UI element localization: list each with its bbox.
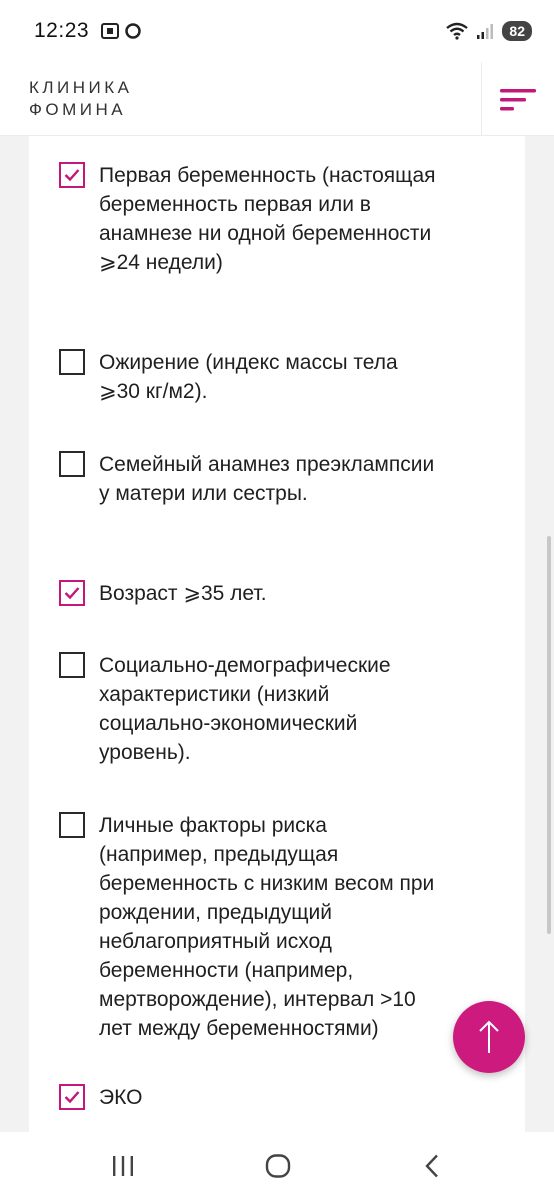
checklist-item-family-history[interactable]: Семейный анамнез преэклампсии у матери и…: [59, 450, 499, 508]
signal-icon: [477, 24, 494, 39]
checkmark-icon: [64, 1091, 80, 1104]
site-header: КЛИНИКА ФОМИНА: [0, 62, 554, 136]
header-divider: [481, 62, 482, 136]
checkbox-checked[interactable]: [59, 162, 85, 188]
battery-indicator: 82: [502, 21, 532, 41]
checkmark-icon: [64, 587, 80, 600]
checkbox-unchecked[interactable]: [59, 652, 85, 678]
checkbox-unchecked[interactable]: [59, 349, 85, 375]
back-icon: [425, 1154, 438, 1178]
status-time: 12:23: [34, 19, 90, 42]
messenger-icon: [125, 23, 141, 39]
checkbox-unchecked[interactable]: [59, 451, 85, 477]
menu-button[interactable]: [496, 86, 540, 114]
checklist-item-socio-demographic[interactable]: Социально-демографические характеристики…: [59, 651, 499, 767]
risk-factors-checklist: Первая беременность (настоящая беременно…: [29, 136, 525, 1132]
logo-line-2: ФОМИНА: [29, 100, 127, 119]
back-button[interactable]: [422, 1154, 442, 1183]
home-button[interactable]: [264, 1154, 292, 1183]
status-bar: 12:23 82: [0, 0, 554, 62]
checklist-item-label: Возраст ⩾35 лет.: [99, 582, 267, 605]
logo-line-1: КЛИНИКА: [29, 78, 133, 97]
checklist-item-label: ЭКО: [99, 1086, 143, 1109]
checklist-item-label: Социально-демографические характеристики…: [99, 654, 391, 764]
menu-icon: [500, 89, 536, 111]
wifi-icon: [446, 22, 469, 40]
checkmark-icon: [64, 169, 80, 182]
page-scrollbar[interactable]: [547, 536, 551, 934]
checklist-item-personal-risk[interactable]: Личные факторы риска (например, предыдущ…: [59, 811, 499, 1043]
clinic-logo[interactable]: КЛИНИКА ФОМИНА: [29, 77, 133, 121]
checkbox-checked[interactable]: [59, 580, 85, 606]
checklist-item-first-pregnancy[interactable]: Первая беременность (настоящая беременно…: [59, 161, 499, 277]
checklist-item-label: Ожирение (индекс массы тела ⩾30 кг/м2).: [99, 351, 398, 403]
recent-apps-icon: [113, 1156, 133, 1176]
checkbox-checked[interactable]: [59, 1084, 85, 1110]
checklist-item-label: Первая беременность (настоящая беременно…: [99, 164, 436, 274]
system-nav-bar: [0, 1132, 554, 1200]
screenshot-icon: [101, 23, 120, 39]
recent-apps-button[interactable]: [110, 1154, 136, 1183]
checkbox-unchecked[interactable]: [59, 812, 85, 838]
checklist-item-label: Личные факторы риска (например, предыдущ…: [99, 814, 435, 1040]
home-icon: [265, 1154, 291, 1178]
checklist-item-ivf[interactable]: ЭКО: [59, 1083, 499, 1112]
arrow-up-icon: [479, 1020, 499, 1053]
checklist-item-age[interactable]: Возраст ⩾35 лет.: [59, 579, 499, 608]
checklist-item-label: Семейный анамнез преэклампсии у матери и…: [99, 453, 435, 505]
scroll-to-top-button[interactable]: [453, 1001, 525, 1073]
checklist-item-obesity[interactable]: Ожирение (индекс массы тела ⩾30 кг/м2).: [59, 348, 499, 406]
